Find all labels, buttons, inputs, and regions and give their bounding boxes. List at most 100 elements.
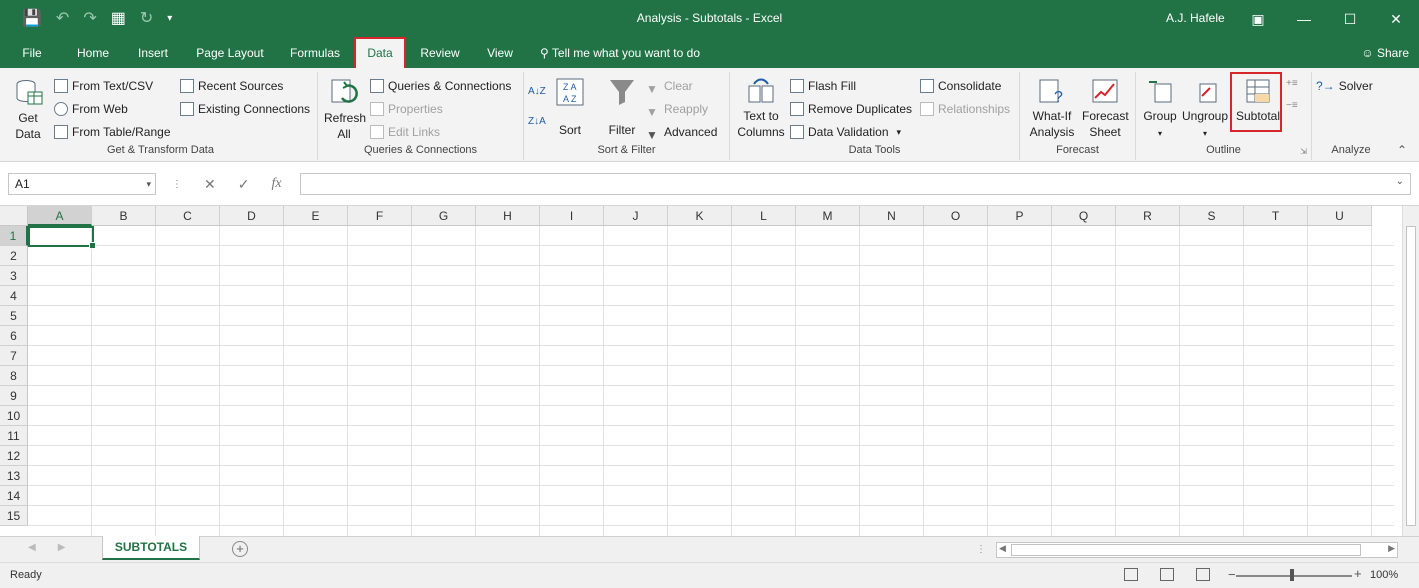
row-header[interactable]: 1 xyxy=(0,226,28,246)
remove-duplicates-button[interactable]: Remove Duplicates xyxy=(790,99,912,119)
chevron-down-icon[interactable]: ▾ xyxy=(146,174,151,194)
column-header[interactable]: S xyxy=(1180,206,1244,226)
row-header[interactable]: 14 xyxy=(0,486,28,506)
column-header[interactable]: B xyxy=(92,206,156,226)
tab-insert[interactable]: Insert xyxy=(130,38,176,68)
text-to-columns-button[interactable]: Text to Columns xyxy=(734,76,788,140)
next-sheet-icon[interactable]: ▶ xyxy=(58,542,66,553)
filter-button[interactable]: Filter xyxy=(604,76,640,138)
consolidate-button[interactable]: Consolidate xyxy=(920,76,1001,96)
tab-split-handle[interactable]: ⋮ xyxy=(976,544,986,555)
sheet-tab-subtotals[interactable]: SUBTOTALS xyxy=(102,536,200,560)
existing-connections-button[interactable]: Existing Connections xyxy=(180,99,310,119)
add-sheet-icon[interactable]: + xyxy=(232,541,248,557)
zoom-slider-handle[interactable] xyxy=(1290,569,1294,581)
sort-button[interactable]: Z A A Z Sort xyxy=(554,76,586,138)
column-header[interactable]: H xyxy=(476,206,540,226)
column-header[interactable]: M xyxy=(796,206,860,226)
enter-icon[interactable]: ✓ xyxy=(238,176,250,193)
properties-button[interactable]: Properties xyxy=(370,99,443,119)
ungroup-button[interactable]: Ungroup ▾ xyxy=(1182,76,1228,142)
data-validation-button[interactable]: Data Validation ▾ xyxy=(790,122,901,142)
column-header[interactable]: U xyxy=(1308,206,1372,226)
worksheet-grid[interactable]: ABCDEFGHIJKLMNOPQRSTU 1 2 3 4 5 6 7 8 9 10 11 12 13 1… xyxy=(0,206,1419,536)
insert-function-icon[interactable]: fx xyxy=(271,176,281,192)
vertical-scrollbar[interactable] xyxy=(1402,206,1419,536)
row-header[interactable]: 12 xyxy=(0,446,28,466)
zoom-level[interactable]: 100% xyxy=(1370,569,1398,581)
column-header[interactable]: A xyxy=(28,206,92,226)
flash-fill-button[interactable]: Flash Fill xyxy=(790,76,856,96)
scroll-right-icon[interactable]: ▶ xyxy=(1388,543,1395,554)
get-data-button[interactable]: Get Data xyxy=(8,76,48,142)
row-header[interactable]: 13 xyxy=(0,466,28,486)
what-if-analysis-button[interactable]: ? What-If Analysis xyxy=(1024,76,1080,140)
dialog-launcher-icon[interactable]: ⇲ xyxy=(1300,147,1307,156)
column-header[interactable]: T xyxy=(1244,206,1308,226)
column-header[interactable]: Q xyxy=(1052,206,1116,226)
queries-connections-button[interactable]: Queries & Connections xyxy=(370,76,511,96)
column-header[interactable]: E xyxy=(284,206,348,226)
row-header[interactable]: 3 xyxy=(0,266,28,286)
recent-sources-button[interactable]: Recent Sources xyxy=(180,76,283,96)
row-header[interactable]: 6 xyxy=(0,326,28,346)
row-header[interactable]: 10 xyxy=(0,406,28,426)
show-detail-button[interactable]: +≡ xyxy=(1286,74,1298,94)
zoom-in-icon[interactable]: + xyxy=(1354,566,1362,581)
column-header[interactable]: J xyxy=(604,206,668,226)
row-header[interactable]: 2 xyxy=(0,246,28,266)
tab-page-layout[interactable]: Page Layout xyxy=(190,38,270,68)
column-header[interactable]: D xyxy=(220,206,284,226)
tell-me-box[interactable]: ⚲ Tell me what you want to do xyxy=(540,38,700,68)
select-all-button[interactable] xyxy=(0,206,28,226)
sort-a-to-z-button[interactable]: A↓Z xyxy=(528,82,546,102)
tab-data[interactable]: Data xyxy=(354,37,406,68)
advanced-filter-button[interactable]: ▼ Advanced xyxy=(646,122,717,142)
close-icon[interactable]: ✕ xyxy=(1373,0,1419,38)
tab-home[interactable]: Home xyxy=(70,38,116,68)
expand-formula-bar-icon[interactable]: ⌄ xyxy=(1396,176,1404,187)
edit-links-button[interactable]: Edit Links xyxy=(370,122,440,142)
share-button[interactable]: ☺ Share xyxy=(1361,38,1409,68)
page-layout-view-icon[interactable] xyxy=(1160,568,1174,581)
reapply-button[interactable]: ▼ Reapply xyxy=(646,99,708,119)
row-header[interactable]: 5 xyxy=(0,306,28,326)
horizontal-scroll-thumb[interactable] xyxy=(1011,544,1361,556)
column-header[interactable]: G xyxy=(412,206,476,226)
column-header[interactable]: N xyxy=(860,206,924,226)
normal-view-icon[interactable] xyxy=(1124,568,1138,581)
column-header[interactable]: L xyxy=(732,206,796,226)
user-name[interactable]: A.J. Hafele xyxy=(1166,11,1225,25)
formula-input[interactable]: ⌄ xyxy=(300,173,1411,195)
column-header[interactable]: I xyxy=(540,206,604,226)
column-header[interactable]: C xyxy=(156,206,220,226)
column-header[interactable]: O xyxy=(924,206,988,226)
tab-view[interactable]: View xyxy=(478,38,522,68)
sort-z-to-a-button[interactable]: Z↓A xyxy=(528,112,546,132)
horizontal-scrollbar[interactable]: ◀ ▶ xyxy=(996,542,1398,558)
column-header[interactable]: R xyxy=(1116,206,1180,226)
column-header[interactable]: K xyxy=(668,206,732,226)
collapse-ribbon-icon[interactable]: ⌃ xyxy=(1397,143,1407,157)
prev-sheet-icon[interactable]: ◀ xyxy=(28,542,36,553)
row-header[interactable]: 11 xyxy=(0,426,28,446)
ribbon-display-options-icon[interactable]: ▣ xyxy=(1235,0,1281,38)
from-text-csv-button[interactable]: From Text/CSV xyxy=(54,76,153,96)
page-break-view-icon[interactable] xyxy=(1196,568,1210,581)
column-header[interactable]: F xyxy=(348,206,412,226)
scroll-left-icon[interactable]: ◀ xyxy=(999,543,1006,554)
tab-formulas[interactable]: Formulas xyxy=(283,38,347,68)
hide-detail-button[interactable]: −≡ xyxy=(1286,96,1298,116)
solver-button[interactable]: ?→ Solver xyxy=(1316,76,1373,96)
column-header[interactable]: P xyxy=(988,206,1052,226)
row-header[interactable]: 9 xyxy=(0,386,28,406)
vertical-scroll-thumb[interactable] xyxy=(1406,226,1416,526)
name-box[interactable]: A1 ▾ xyxy=(8,173,156,195)
relationships-button[interactable]: Relationships xyxy=(920,99,1010,119)
cancel-icon[interactable]: ✕ xyxy=(204,176,216,193)
row-header[interactable]: 4 xyxy=(0,286,28,306)
tab-review[interactable]: Review xyxy=(414,38,466,68)
forecast-sheet-button[interactable]: Forecast Sheet xyxy=(1080,76,1130,140)
row-header[interactable]: 7 xyxy=(0,346,28,366)
cell-area[interactable] xyxy=(28,226,1394,536)
